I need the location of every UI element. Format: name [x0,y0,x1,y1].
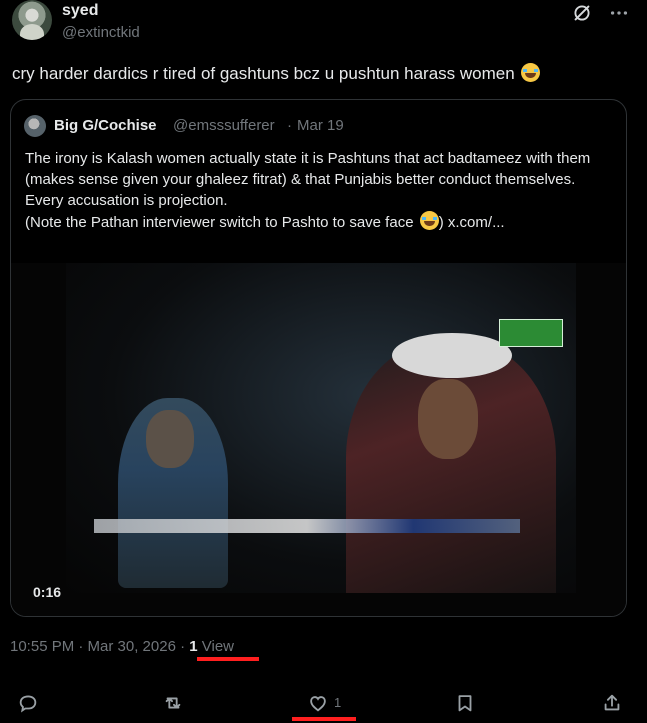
video-ticker [94,519,520,533]
timestamp[interactable]: 10:55 PM · Mar 30, 2026 · [10,638,189,655]
quoted-author-name[interactable]: Big G/Cochise [54,117,157,134]
views-annotation-underline [197,657,259,661]
quoted-line-2: Every accusation is projection. [25,192,228,209]
views-count: 1 [189,638,198,655]
quoted-tweet[interactable]: Big G/Cochise @emsssufferer · Mar 19 The… [10,99,627,617]
tweet-actions: 1 [0,682,647,720]
quoted-date[interactable]: Mar 19 [297,117,344,134]
share-icon [604,694,620,711]
quoted-separator: · [287,117,292,134]
quoted-close-paren: ) [438,214,444,231]
quoted-link[interactable]: x.com/... [448,214,505,231]
retweet-button[interactable] [159,689,187,717]
video-person-left [118,398,228,588]
reply-button[interactable] [14,689,42,717]
quoted-line-3: (Note the Pathan interviewer switch to P… [25,211,615,233]
retweet-icon [165,697,181,709]
bookmark-icon [458,695,472,712]
author-name[interactable]: syed [62,2,98,20]
views-label: View [197,638,235,655]
likes-annotation-underline [292,717,356,721]
tweet-text: cry harder dardics r tired of gashtuns b… [12,62,632,86]
joy-emoji-icon [419,211,439,230]
video-duration: 0:16 [33,584,62,600]
video-frame[interactable] [66,263,576,593]
tweet-header: syed @extinctkid [12,0,635,48]
avatar[interactable] [12,0,52,40]
video-person-right [346,333,556,593]
tweet-meta: 10:55 PM · Mar 30, 2026 · 1 View [10,638,234,655]
reply-icon [19,695,37,713]
joy-emoji-icon [521,63,541,82]
video-player[interactable]: 0:16 [11,263,626,616]
grok-icon[interactable] [571,2,593,24]
quoted-avatar[interactable] [24,115,46,137]
quoted-line-3-text: (Note the Pathan interviewer switch to P… [25,214,414,231]
bookmark-button[interactable] [451,689,479,717]
quoted-text: The irony is Kalash women actually state… [25,148,615,233]
quoted-line-1: The irony is Kalash women actually state… [25,150,591,188]
author-handle[interactable]: @extinctkid [62,24,140,41]
share-button[interactable] [598,689,626,717]
like-button[interactable] [304,689,332,717]
like-icon [310,696,326,712]
tweet-text-body: cry harder dardics r tired of gashtuns b… [12,64,515,83]
channel-logo [499,319,563,347]
quoted-author-handle[interactable]: @emsssufferer [173,117,275,134]
like-count: 1 [334,695,342,710]
more-icon[interactable] [607,2,631,24]
